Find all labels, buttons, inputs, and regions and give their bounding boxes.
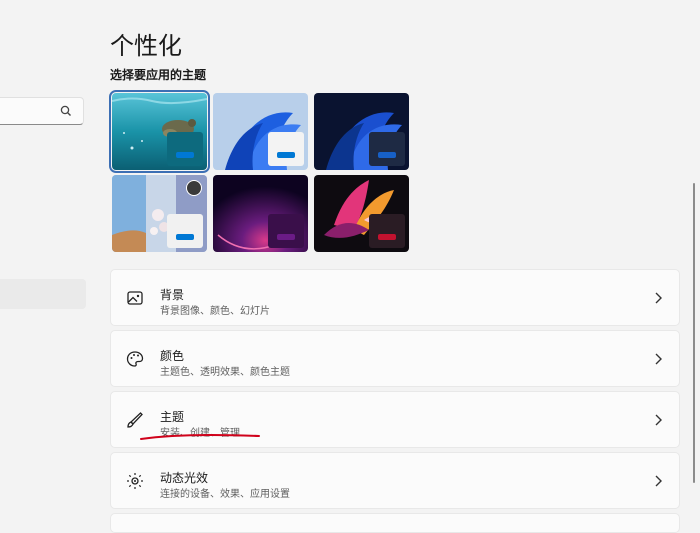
theme-preview-chip — [268, 214, 304, 248]
accent-swatch — [378, 234, 396, 240]
theme-windows-light[interactable] — [213, 93, 308, 170]
search-input[interactable] — [0, 97, 84, 125]
brush-icon — [127, 412, 143, 428]
chevron-right-icon — [655, 414, 662, 426]
accent-swatch — [378, 152, 396, 158]
accent-swatch — [277, 152, 295, 158]
chevron-right-icon — [655, 475, 662, 487]
theme-glow[interactable] — [112, 175, 207, 252]
theme-preview-chip — [167, 214, 203, 248]
picture-icon — [127, 291, 143, 305]
palette-icon — [126, 351, 144, 367]
sidebar-item-personalization[interactable] — [0, 279, 86, 309]
search-icon — [60, 105, 71, 116]
photos-icon — [186, 180, 202, 196]
theme-preview-chip — [167, 132, 203, 166]
colors-title: 颜色 — [160, 349, 185, 363]
dynamic-lighting-settings-card[interactable]: 动态光效 连接的设备、效果、应用设置 — [110, 452, 680, 509]
scrollbar[interactable] — [693, 183, 695, 483]
sidebar — [0, 0, 92, 519]
lighting-icon — [127, 473, 143, 489]
background-title: 背景 — [160, 288, 185, 302]
background-description: 背景图像、颜色、幻灯片 — [160, 306, 270, 317]
themes-heading: 选择要应用的主题 — [110, 68, 207, 82]
accent-swatch — [176, 152, 194, 158]
theme-preview-chip — [369, 132, 405, 166]
page-title: 个性化 — [110, 32, 182, 60]
theme-preview-chip — [369, 214, 405, 248]
accent-swatch — [176, 234, 194, 240]
accent-swatch — [277, 234, 295, 240]
red-underline-annotation — [140, 434, 260, 440]
theme-captured-motion[interactable] — [213, 175, 308, 252]
colors-settings-card[interactable]: 颜色 主题色、透明效果、颜色主题 — [110, 330, 680, 387]
next-settings-card-partial[interactable] — [110, 513, 680, 533]
colors-description: 主题色、透明效果、颜色主题 — [160, 367, 290, 378]
theme-preview-chip — [268, 132, 304, 166]
dynamic-lighting-description: 连接的设备、效果、应用设置 — [160, 489, 290, 500]
dynamic-lighting-title: 动态光效 — [160, 471, 209, 485]
chevron-right-icon — [655, 292, 662, 304]
themes-title: 主题 — [160, 410, 185, 424]
theme-windows-dark[interactable] — [314, 93, 409, 170]
theme-underwater[interactable] — [109, 90, 210, 173]
chevron-right-icon — [655, 353, 662, 365]
background-settings-card[interactable]: 背景 背景图像、颜色、幻灯片 — [110, 269, 680, 326]
theme-flow[interactable] — [314, 175, 409, 252]
